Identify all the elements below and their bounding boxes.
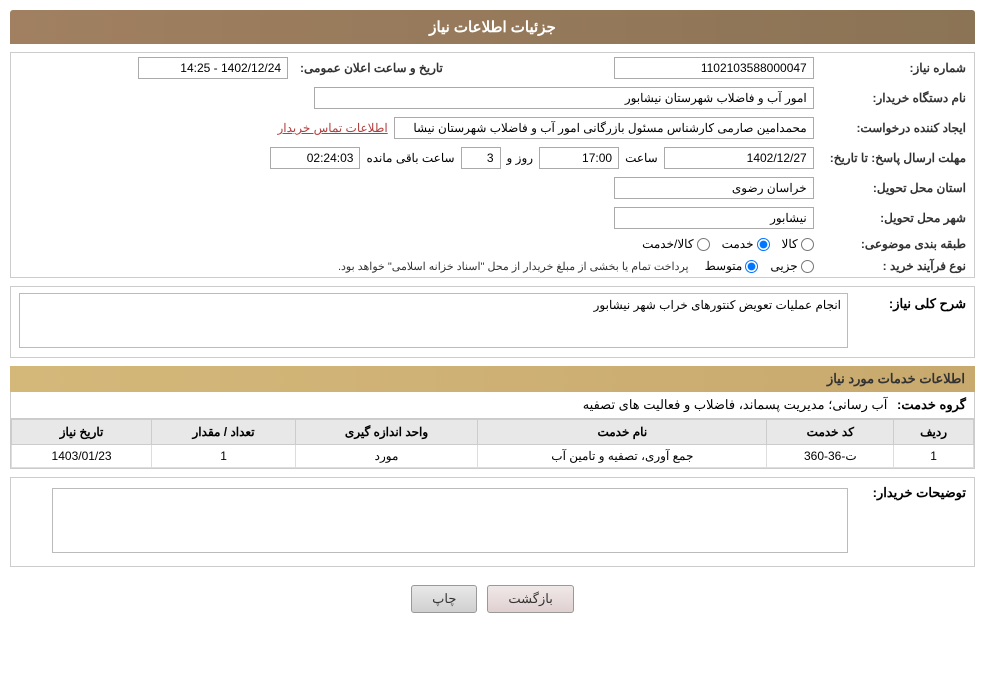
cell-service-code: ت-36-360 bbox=[767, 445, 894, 468]
announcement-input[interactable] bbox=[138, 57, 288, 79]
deadline-date-input bbox=[664, 147, 814, 169]
back-button[interactable]: بازگشت bbox=[487, 585, 573, 613]
col-rownum: ردیف bbox=[894, 420, 974, 445]
need-number-input[interactable] bbox=[614, 57, 814, 79]
buyer-org-input[interactable] bbox=[314, 87, 814, 109]
description-textarea[interactable] bbox=[19, 293, 848, 348]
buyer-notes-textarea[interactable] bbox=[52, 488, 848, 553]
category-label: طبقه بندی موضوعی: bbox=[822, 233, 974, 255]
buyer-notes-label: توضیحات خریدار: bbox=[856, 482, 966, 501]
purchase-type-label: نوع فرآیند خرید : bbox=[822, 255, 974, 277]
deadline-day-label: روز و bbox=[507, 151, 534, 165]
service-group-label: گروه خدمت: bbox=[897, 397, 966, 412]
col-unit: واحد اندازه گیری bbox=[295, 420, 477, 445]
remaining-time-input bbox=[270, 147, 360, 169]
creator-label: ایجاد کننده درخواست: bbox=[822, 113, 974, 143]
col-quantity: تعداد / مقدار bbox=[152, 420, 296, 445]
province-label: استان محل تحویل: bbox=[822, 173, 974, 203]
creator-input bbox=[394, 117, 814, 139]
announcement-label: تاریخ و ساعت اعلان عمومی: bbox=[296, 53, 451, 83]
cell-rownum: 1 bbox=[894, 445, 974, 468]
need-number-label: شماره نیاز: bbox=[822, 53, 974, 83]
col-service-code: کد خدمت bbox=[767, 420, 894, 445]
services-section-header: اطلاعات خدمات مورد نیاز bbox=[10, 366, 975, 392]
remaining-label: ساعت باقی مانده bbox=[366, 151, 454, 165]
services-table: ردیف کد خدمت نام خدمت واحد اندازه گیری ت… bbox=[11, 419, 974, 468]
deadline-label: مهلت ارسال پاسخ: تا تاریخ: bbox=[822, 143, 974, 173]
city-label: شهر محل تحویل: bbox=[822, 203, 974, 233]
category-kala[interactable]: کالا bbox=[782, 237, 814, 251]
purchase-jozee[interactable]: جزیی bbox=[770, 259, 813, 273]
deadline-days-input bbox=[461, 147, 501, 169]
category-khedmat[interactable]: خدمت bbox=[722, 237, 770, 251]
table-row: 1 ت-36-360 جمع آوری، تصفیه و تامین آب مو… bbox=[12, 445, 974, 468]
deadline-time-input bbox=[539, 147, 619, 169]
cell-service-name: جمع آوری، تصفیه و تامین آب bbox=[478, 445, 767, 468]
buyer-org-label: نام دستگاه خریدار: bbox=[822, 83, 974, 113]
description-label: شرح کلی نیاز: bbox=[856, 293, 966, 312]
province-input bbox=[614, 177, 814, 199]
print-button[interactable]: چاپ bbox=[411, 585, 477, 613]
cell-unit: مورد bbox=[295, 445, 477, 468]
contact-link[interactable]: اطلاعات تماس خریدار bbox=[278, 121, 388, 135]
purchase-type-note: پرداخت تمام یا بخشی از مبلغ خریدار از مح… bbox=[338, 260, 689, 273]
button-row: بازگشت چاپ bbox=[10, 575, 975, 623]
col-service-name: نام خدمت bbox=[478, 420, 767, 445]
category-kala-khedmat[interactable]: کالا/خدمت bbox=[642, 237, 709, 251]
col-date: تاریخ نیاز bbox=[12, 420, 152, 445]
page-title: جزئیات اطلاعات نیاز bbox=[10, 10, 975, 44]
deadline-time-label: ساعت bbox=[625, 151, 658, 165]
purchase-motawaset[interactable]: متوسط bbox=[705, 259, 759, 273]
cell-date: 1403/01/23 bbox=[12, 445, 152, 468]
cell-quantity: 1 bbox=[152, 445, 296, 468]
service-group-value: آب رسانی؛ مدیریت پسماند، فاضلاب و فعالیت… bbox=[583, 397, 888, 412]
city-input bbox=[614, 207, 814, 229]
